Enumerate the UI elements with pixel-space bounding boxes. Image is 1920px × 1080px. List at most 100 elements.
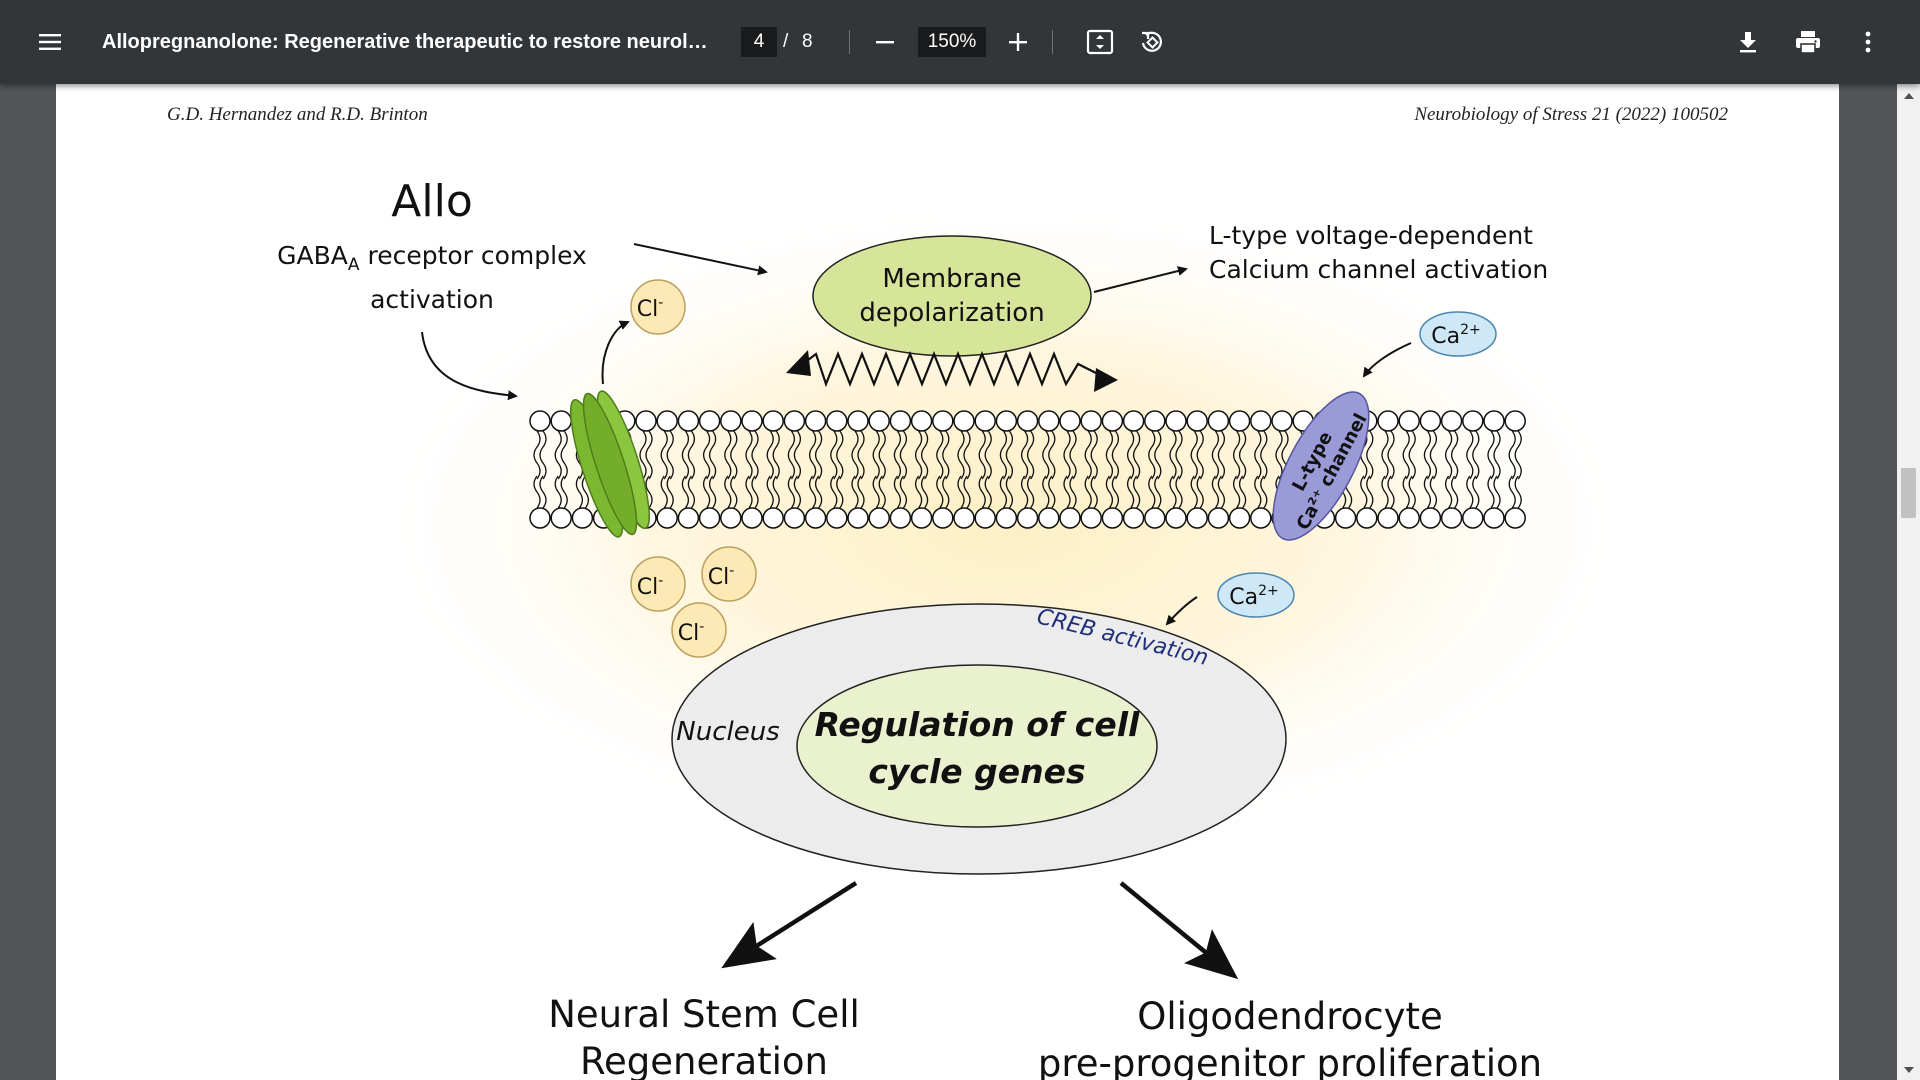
fit-to-page-button[interactable] [1080, 22, 1120, 62]
lipid-head [995, 507, 1018, 529]
lipid-head [762, 507, 784, 529]
menu-icon [39, 34, 61, 50]
print-button[interactable] [1788, 22, 1828, 62]
lipid-head [847, 507, 869, 529]
lipid-head [656, 410, 678, 432]
menu-button[interactable] [30, 22, 70, 62]
lipid-head [762, 410, 784, 432]
outcome-right-line1: Oligodendrocyte [1137, 995, 1443, 1038]
lipid-head [1250, 410, 1272, 432]
lipid-head [1207, 410, 1230, 432]
scroll-down-button[interactable] [1897, 1060, 1920, 1080]
regulation-ellipse [796, 664, 1158, 828]
plus-icon [1009, 33, 1027, 51]
lipid-head [1419, 410, 1442, 432]
lipid-head [804, 410, 827, 432]
lipid-head [1356, 507, 1378, 529]
lipid-head [783, 507, 806, 529]
gaba-subscript: A [348, 255, 360, 275]
lipid-head [1440, 507, 1463, 529]
vertical-scrollbar[interactable] [1897, 84, 1920, 1080]
lipid-head [804, 507, 827, 529]
more-vertical-icon [1865, 31, 1871, 53]
lipid-head [783, 410, 806, 432]
regulation-label-line2: cycle genes [868, 752, 1085, 791]
allo-label: Allo [391, 176, 472, 227]
gaba-prefix: GABA [277, 241, 348, 270]
membrane-label-line2: depolarization [859, 298, 1044, 328]
lipid-head [1207, 507, 1230, 529]
ltype-activation-line2: Calcium channel activation [1209, 255, 1548, 284]
lipid-head [932, 410, 954, 432]
zoom-level-input[interactable] [918, 27, 986, 57]
lipid-head [1122, 410, 1145, 432]
lipid-head [1059, 410, 1081, 432]
lipid-head [1080, 507, 1102, 529]
lipid-head [529, 507, 551, 529]
arrow-to-oligodendrocyte [1119, 881, 1239, 980]
lipid-head [974, 410, 996, 432]
lipid-head [1483, 410, 1505, 432]
page-number-input[interactable] [741, 27, 777, 57]
lipid-head [635, 410, 657, 432]
lipid-head [1059, 507, 1081, 529]
lipid-head [910, 410, 933, 432]
membrane-depolarization-ellipse [812, 235, 1092, 357]
lipid-head [529, 410, 551, 432]
lipid-head [953, 507, 975, 529]
caret-up-icon [1903, 93, 1914, 99]
nucleus-label: Nucleus [676, 717, 779, 747]
gaba-receptor-label: GABAA receptor complex [277, 241, 587, 275]
lipid-head [1186, 410, 1208, 432]
scroll-up-button[interactable] [1897, 86, 1920, 106]
rotate-button[interactable] [1132, 22, 1172, 62]
lipid-head [656, 507, 678, 529]
lipid-head [677, 410, 700, 432]
lipid-head [826, 507, 848, 529]
toolbar-divider [1052, 30, 1053, 54]
lipid-head [932, 507, 954, 529]
mechanism-figure: Allo GABAA receptor complex activation M… [277, 176, 1646, 1080]
lipid-head [1080, 410, 1102, 432]
lipid-head [868, 410, 890, 432]
fit-to-page-icon [1086, 29, 1114, 55]
lipid-head [1462, 507, 1484, 529]
lipid-head [953, 410, 975, 432]
regulation-label-line1: Regulation of cell [815, 705, 1140, 744]
lipid-head [1504, 507, 1526, 529]
outcome-left-line2: Regeneration [580, 1040, 828, 1080]
lipid-head [1122, 507, 1145, 529]
pdf-toolbar: Allopregnanolone: Regenerative therapeut… [0, 0, 1920, 84]
print-icon [1796, 31, 1820, 54]
download-button[interactable] [1728, 22, 1768, 62]
lipid-head [1334, 507, 1357, 529]
lipid-head [1462, 410, 1484, 432]
lipid-head [720, 410, 742, 432]
lipid-head [571, 507, 594, 529]
lipid-head [995, 410, 1018, 432]
rotate-icon [1141, 31, 1162, 52]
lipid-head [1419, 507, 1442, 529]
zoom-out-button[interactable] [867, 24, 903, 60]
lipid-head [889, 410, 912, 432]
lipid-head [677, 507, 700, 529]
lipid-head [1101, 410, 1124, 432]
lipid-head [1398, 410, 1420, 432]
lipid-head [1271, 410, 1293, 432]
ltype-activation-line1: L-type voltage-dependent [1209, 221, 1533, 250]
lipid-head [1144, 507, 1166, 529]
activation-label: activation [370, 285, 494, 314]
lipid-head [826, 410, 848, 432]
lipid-head [1101, 507, 1124, 529]
lipid-head [1165, 507, 1187, 529]
zoom-in-button[interactable] [1000, 24, 1036, 60]
more-options-button[interactable] [1848, 22, 1888, 62]
lipid-head [889, 507, 912, 529]
lipid-head [741, 507, 763, 529]
outcome-right-line2: pre-progenitor proliferation [1038, 1042, 1542, 1080]
lipid-head [1228, 507, 1251, 529]
caret-down-icon [1903, 1067, 1914, 1073]
total-pages: 8 [802, 31, 813, 52]
lipid-head [1038, 410, 1060, 432]
scroll-thumb[interactable] [1901, 468, 1916, 518]
